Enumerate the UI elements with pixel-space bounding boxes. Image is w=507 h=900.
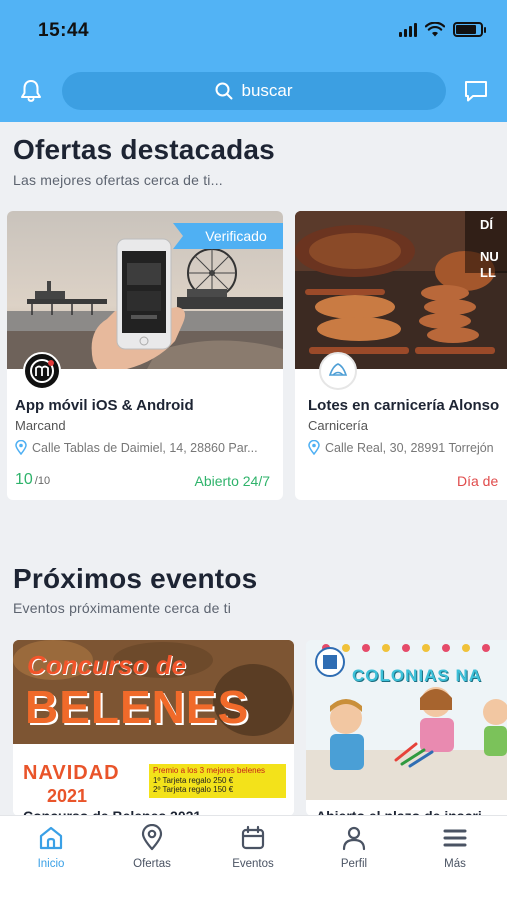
prize-heading: Premio a los 3 mejores belenes [153, 766, 266, 775]
offer-title: App móvil iOS & Android [15, 397, 194, 414]
open-status: Día de [457, 473, 499, 489]
tab-ofertas[interactable]: Ofertas [112, 824, 192, 884]
event-poster-image: COLONIAS NA [306, 640, 507, 800]
battery-icon [453, 22, 486, 37]
tab-label: Más [444, 858, 466, 870]
wifi-icon [425, 22, 445, 37]
tab-eventos[interactable]: Eventos [213, 824, 293, 884]
offer-category: Carnicería [308, 418, 368, 433]
poster-title-line1: Concurso de [27, 650, 186, 680]
notifications-bell-icon[interactable] [18, 78, 44, 104]
featured-subtitle: Las mejores ofertas cerca de ti... [13, 172, 223, 188]
prize-1: 1º Tarjeta regalo 250 € [153, 776, 234, 785]
menu-icon [443, 829, 467, 847]
offer-category: Marcand [15, 418, 66, 433]
status-time: 15:44 [38, 20, 90, 41]
cellular-signal-icon [399, 22, 417, 37]
calendar-icon [241, 825, 265, 850]
tab-mas[interactable]: Más [415, 824, 495, 884]
messages-icon[interactable] [463, 79, 489, 103]
poster-title-line2: BELENES [25, 681, 250, 733]
open-status: Abierto 24/7 [194, 473, 271, 489]
business-logo-icon [23, 352, 61, 390]
event-card[interactable]: Concurso de BELENES NAVIDAD 2021 Premio … [13, 640, 294, 816]
event-card[interactable]: COLONIAS NA Abierto el plazo de inscri [306, 640, 507, 816]
tab-label: Ofertas [133, 858, 171, 870]
tab-perfil[interactable]: Perfil [314, 824, 394, 884]
events-title: Próximos eventos [13, 563, 258, 594]
tab-label: Inicio [37, 858, 65, 870]
offer-card[interactable]: DÍ NU LL Lotes en carnicería Alonso Carn… [295, 211, 507, 500]
poster-navidad: NAVIDAD [23, 762, 120, 784]
event-poster-image: Concurso de BELENES [13, 640, 294, 744]
tab-inicio[interactable]: Inicio [11, 824, 91, 884]
location-pin-icon [141, 824, 163, 851]
home-icon [39, 826, 63, 850]
search-placeholder: buscar [241, 81, 293, 100]
app-header: 15:44 buscar [0, 0, 507, 122]
status-icons [399, 22, 486, 37]
event-poster-lower: NAVIDAD 2021 Premio a los 3 mejores bele… [13, 744, 294, 816]
svg-text:LL: LL [480, 265, 496, 280]
tab-label: Eventos [232, 858, 274, 870]
events-subtitle: Eventos próximamente cerca de ti [13, 600, 232, 616]
search-input[interactable]: buscar [62, 72, 446, 110]
location-pin-icon [15, 440, 27, 455]
featured-title: Ofertas destacadas [13, 134, 275, 165]
offer-image: Verificado [7, 211, 283, 369]
location-pin-icon [308, 440, 320, 455]
offer-card[interactable]: Verificado App móvil iOS & Android Marca… [7, 211, 283, 500]
offer-image: DÍ NU LL [295, 211, 507, 369]
offer-rating: 10 /10 [15, 471, 50, 489]
status-bar: 15:44 [0, 0, 507, 62]
offer-title: Lotes en carnicería Alonso [308, 397, 500, 414]
prize-2: 2º Tarjeta regalo 150 € [153, 785, 234, 794]
svg-text:DÍ: DÍ [480, 217, 493, 232]
user-icon [342, 826, 366, 851]
verified-badge: Verificado [173, 223, 283, 249]
business-logo-icon [319, 352, 357, 390]
offer-address-text: Calle Real, 30, 28991 Torrejón [325, 440, 494, 455]
search-icon [215, 82, 233, 100]
tab-label: Perfil [340, 858, 368, 870]
offer-address: Calle Tablas de Daimiel, 14, 28860 Par..… [15, 440, 258, 455]
svg-text:NU: NU [480, 249, 499, 264]
poster-title: COLONIAS NA [352, 666, 482, 685]
offer-address: Calle Real, 30, 28991 Torrejón [308, 440, 494, 455]
bottom-tab-bar: Inicio Ofertas Eventos Perfil Más [0, 815, 507, 900]
rating-value: 10 [15, 471, 33, 488]
rating-max: /10 [34, 475, 51, 487]
offer-address-text: Calle Tablas de Daimiel, 14, 28860 Par..… [32, 440, 258, 455]
prize-box: Premio a los 3 mejores belenes 1º Tarjet… [149, 764, 286, 798]
poster-year: 2021 [47, 786, 88, 806]
